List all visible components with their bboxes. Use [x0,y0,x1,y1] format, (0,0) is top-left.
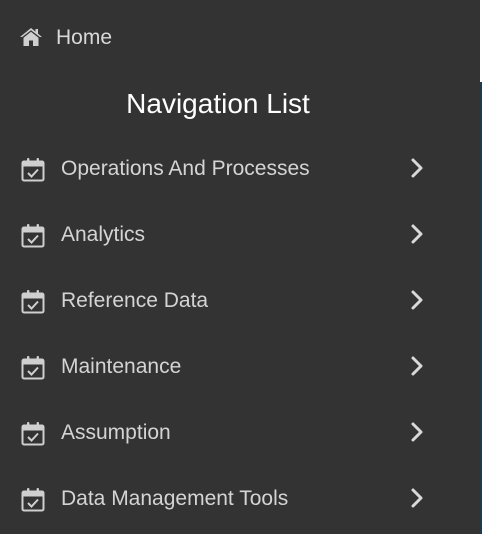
calendar-check-icon [21,356,45,380]
nav-item-label: Assumption [61,421,171,444]
home-icon [20,28,42,46]
home-label: Home [56,26,113,49]
chevron-right-icon[interactable] [407,289,427,311]
navigation-title: Navigation List [126,88,310,119]
nav-item-label: Reference Data [61,289,209,312]
nav-item-label: Data Management Tools [61,487,289,510]
navigation-panel: Home Navigation List Operations And Proc… [0,0,480,534]
nav-item-label: Analytics [61,223,146,246]
nav-item-data-management-tools[interactable]: Data Management Tools [0,466,480,532]
nav-item-reference-data[interactable]: Reference Data [0,268,480,334]
calendar-check-icon [21,488,45,512]
nav-item-analytics[interactable]: Analytics [0,202,480,268]
chevron-right-icon[interactable] [407,421,427,443]
nav-item-operations-and-processes[interactable]: Operations And Processes [0,136,480,202]
chevron-right-icon[interactable] [407,487,427,509]
navigation-list: Operations And Processes Analytics Refer… [0,136,480,532]
home-link[interactable]: Home [0,0,480,78]
calendar-check-icon [21,290,45,314]
nav-item-label: Maintenance [61,355,182,378]
calendar-check-icon [21,422,45,446]
nav-item-label: Operations And Processes [61,157,310,180]
calendar-check-icon [21,224,45,248]
nav-item-assumption[interactable]: Assumption [0,400,480,466]
nav-item-maintenance[interactable]: Maintenance [0,334,480,400]
chevron-right-icon[interactable] [407,223,427,245]
chevron-right-icon[interactable] [407,157,427,179]
calendar-check-icon [21,158,45,182]
chevron-right-icon[interactable] [407,355,427,377]
